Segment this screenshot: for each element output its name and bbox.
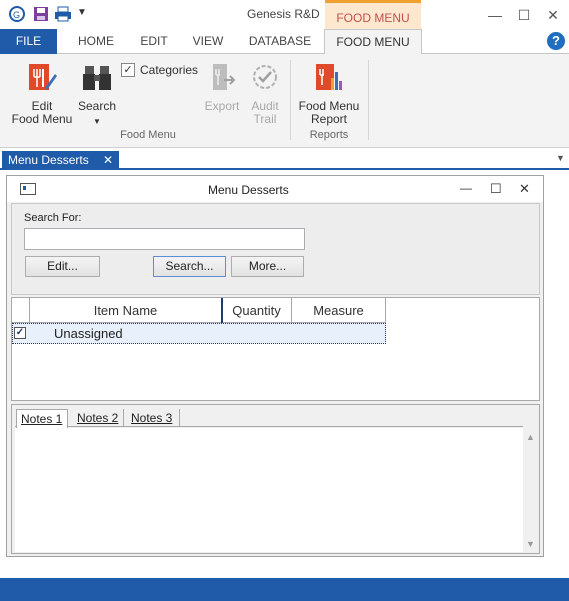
group-label-food-menu: Food Menu — [120, 129, 176, 141]
search-label: Search — [77, 99, 117, 113]
notes-tab-2[interactable]: Notes 2 — [74, 409, 124, 427]
save-icon[interactable] — [32, 5, 50, 23]
app-title: Genesis R&D — [247, 7, 320, 21]
ribbon-group-separator — [290, 60, 291, 140]
app-logo-icon: G — [9, 6, 25, 22]
svg-text:G: G — [13, 10, 20, 20]
status-bar — [0, 578, 569, 601]
food-menu-report-icon — [316, 64, 342, 90]
export-label: Export — [204, 99, 240, 113]
inner-close-icon[interactable]: ✕ — [519, 181, 530, 197]
edit-food-menu-icon — [29, 64, 57, 90]
inner-window-title: Menu Desserts — [208, 183, 289, 197]
tab-home[interactable]: HOME — [70, 29, 122, 54]
notes-scrollbar[interactable] — [523, 428, 538, 552]
search-dropdown-icon[interactable]: ▼ — [76, 115, 118, 128]
audit-trail-label-2: Trail — [253, 112, 277, 126]
close-icon[interactable]: ✕ — [539, 4, 567, 26]
export-button[interactable]: Export — [200, 60, 244, 128]
search-input[interactable] — [24, 228, 305, 250]
document-tab[interactable]: Menu Desserts ✕ — [2, 151, 119, 170]
inner-window-icon — [20, 183, 36, 195]
maximize-icon[interactable]: ☐ — [510, 4, 538, 26]
row-checkbox[interactable]: ✓ — [14, 327, 26, 339]
inner-window-title-prefix: Menu — [208, 183, 239, 197]
categories-label: Categories — [140, 63, 199, 77]
group-label-reports: Reports — [309, 129, 349, 141]
categories-checkbox[interactable]: ✓ — [121, 63, 135, 77]
tab-file[interactable]: FILE — [0, 29, 57, 54]
audit-trail-icon — [253, 65, 277, 89]
grid-header-measure[interactable]: Measure — [292, 298, 386, 323]
notes-textarea[interactable] — [15, 428, 523, 552]
notes-tab-3[interactable]: Notes 3 — [128, 409, 180, 427]
edit-food-menu-button[interactable]: Edit Food Menu — [8, 60, 76, 128]
tab-database[interactable]: DATABASE — [242, 29, 318, 54]
tab-view[interactable]: VIEW — [186, 29, 230, 54]
inner-maximize-icon[interactable]: ☐ — [490, 181, 502, 197]
row-item-name: Unassigned — [54, 326, 123, 341]
document-tab-name: Desserts — [41, 153, 89, 167]
scroll-down-icon[interactable]: ▼ — [526, 539, 535, 549]
search-submit-button[interactable]: Search... — [153, 256, 226, 277]
context-header: FOOD MENU — [325, 0, 421, 29]
audit-trail-button[interactable]: Audit Trail — [244, 60, 286, 128]
search-for-label: Search For: — [24, 212, 82, 224]
grid-header-selector — [12, 298, 30, 323]
edit-food-menu-label-2: Food Menu — [11, 112, 73, 126]
tab-food-menu[interactable]: FOOD MENU — [324, 29, 422, 55]
scroll-up-icon[interactable]: ▲ — [526, 432, 535, 442]
inner-minimize-icon[interactable]: — — [460, 181, 472, 195]
document-tab-prefix: Menu — [8, 153, 39, 167]
binoculars-icon — [83, 66, 111, 90]
document-tab-close-icon[interactable]: ✕ — [103, 151, 113, 170]
export-icon — [213, 64, 236, 90]
print-icon[interactable] — [54, 5, 72, 23]
edit-button[interactable]: Edit... — [25, 256, 100, 277]
ribbon-group-separator — [368, 60, 369, 140]
tab-edit[interactable]: EDIT — [134, 29, 174, 54]
minimize-icon[interactable]: — — [481, 4, 509, 26]
inner-window-title-name: Desserts — [241, 183, 289, 197]
notes-tab-1[interactable]: Notes 1 — [16, 409, 68, 428]
quick-access-dropdown-icon[interactable]: ▼ — [77, 7, 87, 18]
more-button[interactable]: More... — [231, 256, 304, 277]
document-tab-dropdown-icon[interactable]: ▼ — [556, 153, 565, 163]
food-menu-report-label-2: Report — [310, 112, 348, 126]
help-icon[interactable]: ? — [547, 32, 565, 50]
food-menu-report-button[interactable]: Food Menu Report — [294, 60, 364, 128]
grid-header-item-name[interactable]: Item Name — [30, 298, 222, 323]
search-button[interactable]: Search ▼ — [76, 60, 118, 128]
grid-header-quantity[interactable]: Quantity — [222, 298, 292, 323]
